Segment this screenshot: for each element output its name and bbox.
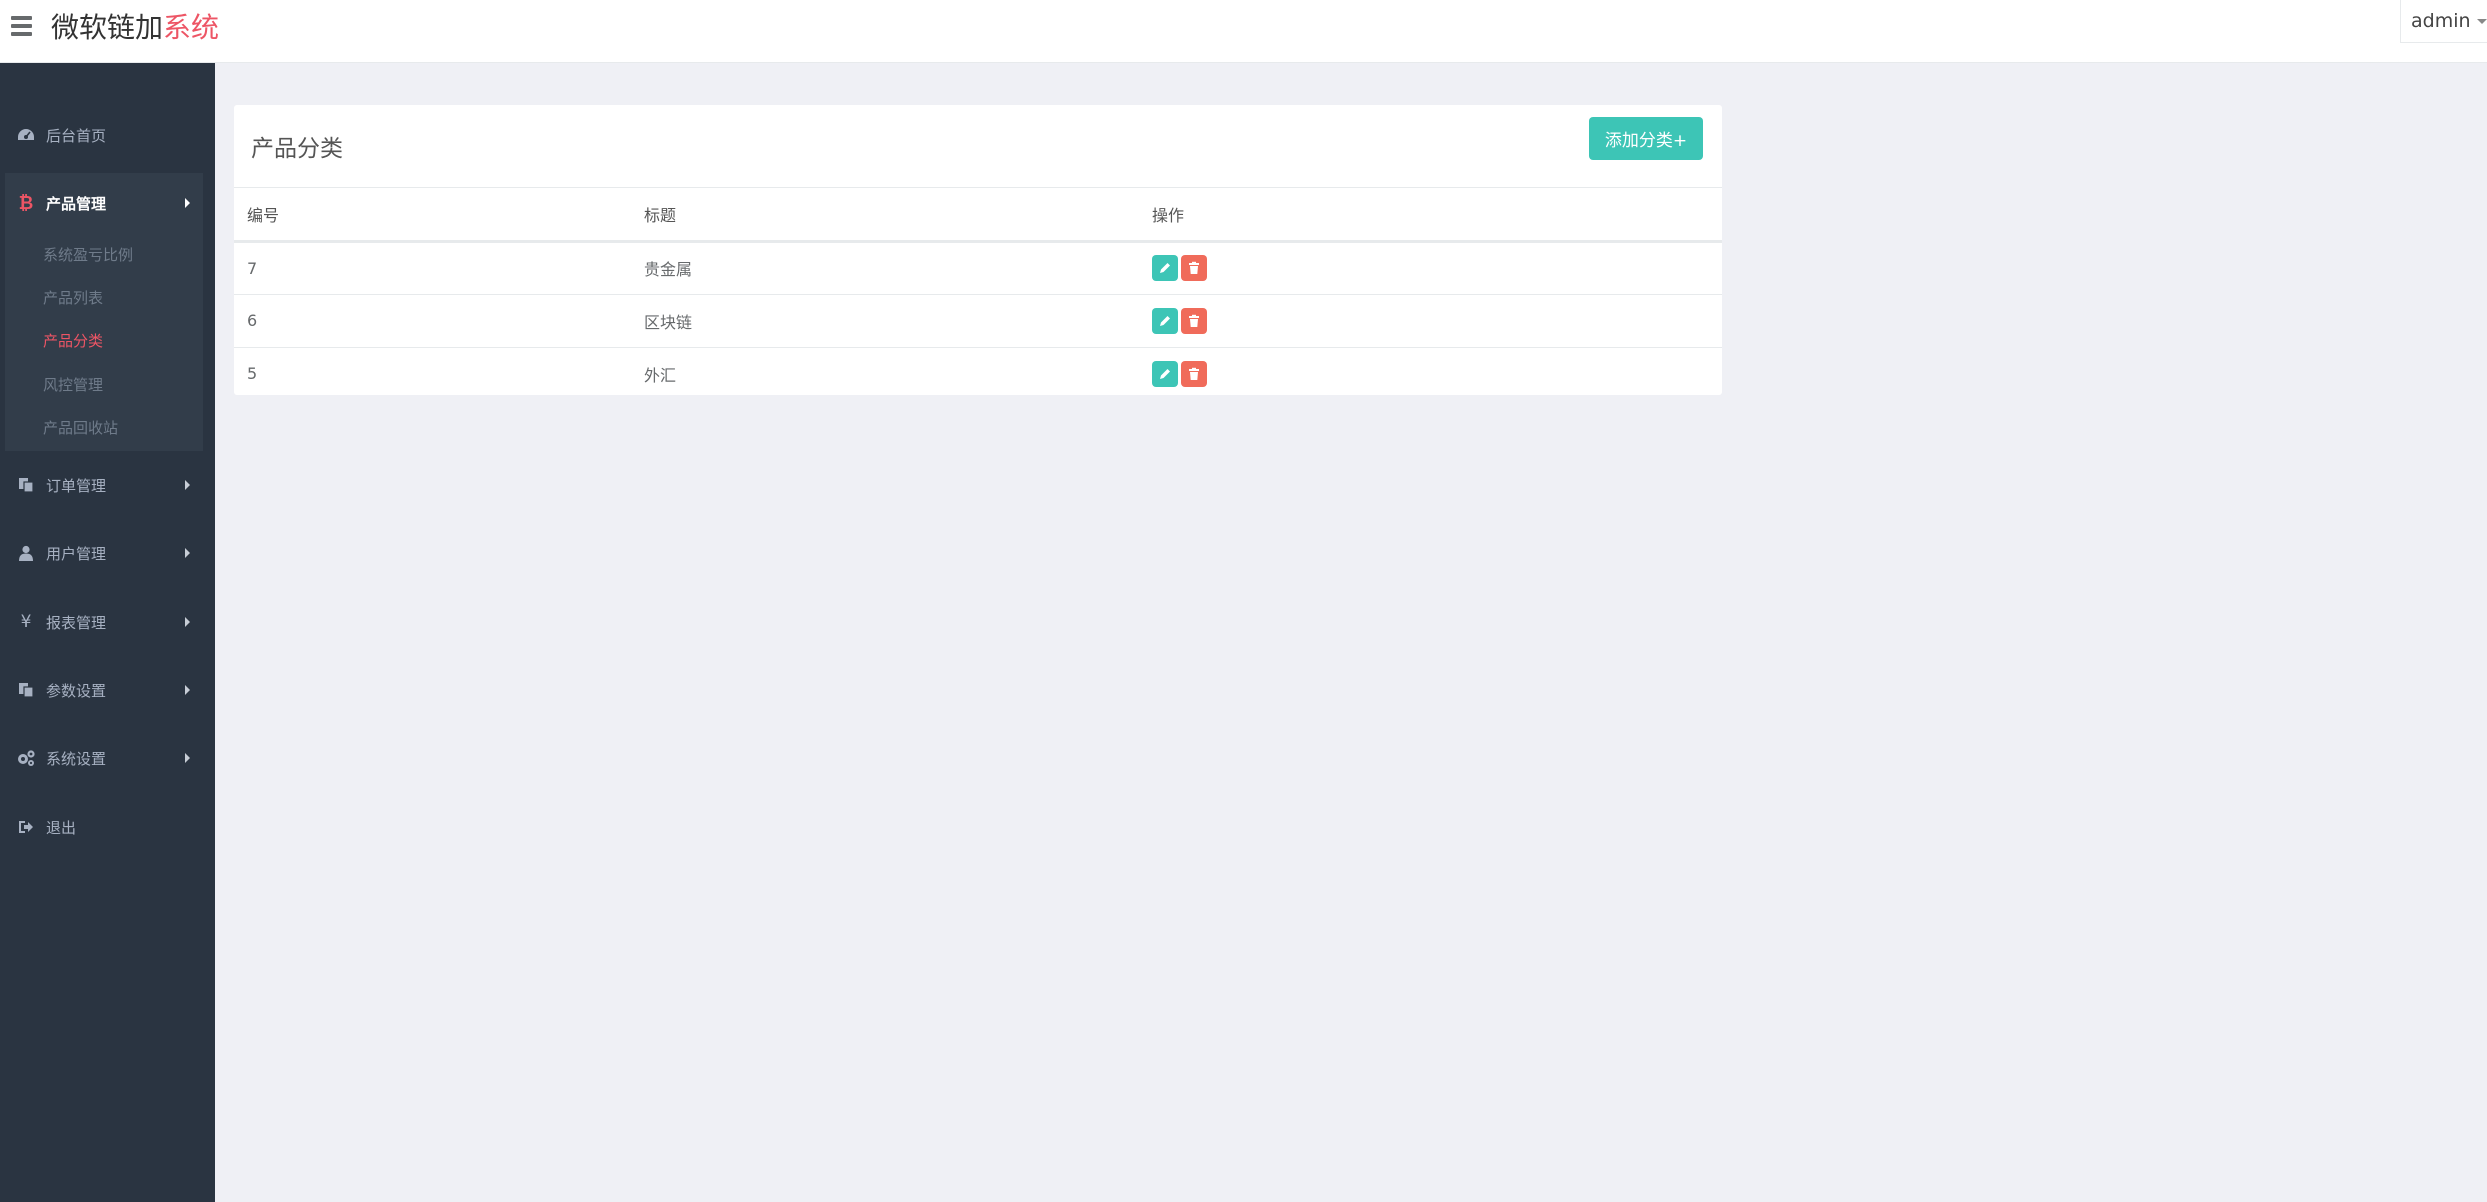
brand-title: 微软链加系统 (51, 10, 219, 46)
menu-toggle-icon[interactable] (11, 16, 33, 36)
sidebar-subitem-product-category[interactable]: 产品分类 (43, 330, 103, 351)
category-table: 编号 标题 操作 7 贵金属 6 区块链 5 外汇 (234, 188, 1722, 400)
add-category-button[interactable]: 添加分类+ (1589, 117, 1703, 160)
delete-button[interactable] (1181, 307, 1207, 334)
delete-button[interactable] (1181, 255, 1207, 281)
top-navbar: 微软链加系统 admin (0, 0, 2487, 63)
column-header-actions: 操作 (1139, 188, 1722, 243)
cell-actions (1139, 347, 1722, 400)
sidebar-item-label: 产品管理 (46, 194, 107, 213)
cell-actions (1139, 241, 1722, 295)
gears-icon (16, 748, 36, 768)
sidebar-item-params[interactable]: 参数设置 (0, 670, 215, 710)
sidebar-item-label: 退出 (46, 818, 77, 837)
trash-icon (1189, 367, 1199, 380)
sidebar-item-label: 报表管理 (46, 613, 107, 632)
trash-icon (1189, 261, 1199, 274)
cell-title: 外汇 (644, 365, 677, 385)
cell-title: 区块链 (631, 294, 1139, 348)
table-row: 5 外汇 (234, 347, 1722, 400)
edit-button[interactable] (1152, 360, 1178, 387)
brand-accent: 系统 (163, 11, 220, 44)
caret-right-icon (185, 617, 190, 627)
trash-icon (1189, 314, 1199, 327)
sidebar-item-system[interactable]: 系统设置 (0, 738, 215, 778)
pencil-icon (1160, 315, 1170, 326)
cell-actions (1139, 294, 1722, 348)
yen-icon: ¥ (20, 612, 32, 632)
sidebar-item-label: 参数设置 (46, 681, 107, 700)
brand-main: 微软链加 (51, 11, 164, 44)
sidebar-subitem-profit-ratio[interactable]: 系统盈亏比例 (43, 244, 133, 265)
sidebar-item-label: 后台首页 (46, 126, 107, 145)
cell-id: 5 (247, 364, 258, 384)
sidebar-subitem-recycle-bin[interactable]: 产品回收站 (43, 417, 118, 438)
cell-title: 贵金属 (631, 241, 1139, 295)
caret-right-icon (185, 480, 190, 490)
user-icon (16, 543, 36, 563)
sidebar-item-label: 用户管理 (46, 544, 107, 563)
category-panel: 产品分类 添加分类+ 编号 标题 操作 7 贵金属 6 区块链 5 外汇 (234, 105, 1722, 395)
page-title: 产品分类 (251, 136, 343, 162)
user-dropdown[interactable]: admin (2400, 0, 2487, 43)
sidebar-item-logout[interactable]: 退出 (0, 807, 215, 847)
sidebar-item-users[interactable]: 用户管理 (0, 533, 215, 573)
dashboard-icon (16, 125, 36, 145)
cell-id: 6 (234, 294, 631, 348)
edit-button[interactable] (1152, 307, 1178, 334)
cell-id: 7 (234, 241, 631, 295)
caret-right-icon (185, 548, 190, 558)
column-header-id[interactable]: 编号 (234, 188, 631, 243)
copy-icon (16, 680, 36, 700)
caret-right-icon (185, 685, 190, 695)
sidebar-subitem-product-list[interactable]: 产品列表 (43, 287, 103, 308)
caret-right-icon (185, 198, 190, 208)
sidebar-item-orders[interactable]: 订单管理 (0, 465, 215, 505)
sign-out-icon (16, 817, 36, 837)
caret-down-icon (2476, 19, 2487, 24)
sidebar-subitem-risk-control[interactable]: 风控管理 (43, 374, 103, 395)
sidebar-item-products[interactable]: ₿ 产品管理 (0, 183, 215, 223)
copy-icon (16, 475, 36, 495)
table-row: 6 区块链 (234, 294, 1722, 348)
table-header-row: 编号 标题 操作 (234, 188, 1722, 243)
pencil-icon (1160, 263, 1170, 273)
bitcoin-icon: ₿ (18, 192, 34, 214)
caret-right-icon (185, 753, 190, 763)
edit-button[interactable] (1152, 255, 1178, 281)
sidebar-item-reports[interactable]: ¥ 报表管理 (0, 602, 215, 642)
pencil-icon (1160, 368, 1170, 379)
column-header-title[interactable]: 标题 (631, 188, 1139, 243)
sidebar: 后台首页 ₿ 产品管理 系统盈亏比例 产品列表 产品分类 风控管理 产品回收站 … (0, 63, 215, 1202)
delete-button[interactable] (1181, 360, 1207, 387)
table-row: 7 贵金属 (234, 241, 1722, 295)
sidebar-item-label: 系统设置 (46, 749, 107, 768)
user-name: admin (2411, 10, 2471, 32)
sidebar-item-home[interactable]: 后台首页 (0, 115, 215, 155)
sidebar-item-label: 订单管理 (46, 476, 107, 495)
